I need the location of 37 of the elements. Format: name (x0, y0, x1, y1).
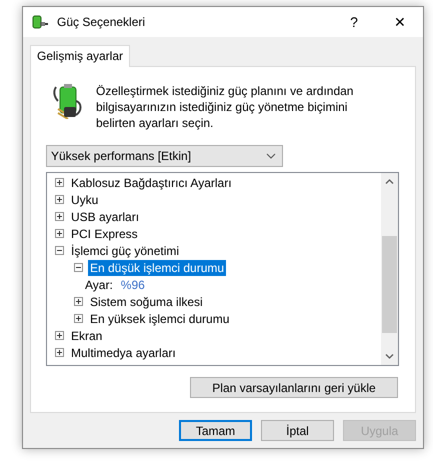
chevron-down-icon (266, 153, 276, 159)
help-button[interactable]: ? (331, 7, 377, 37)
battery-plug-icon (31, 14, 49, 30)
setting-label: Ayar: (85, 278, 113, 292)
tree-item[interactable]: Kablosuz Bağdaştırıcı Ayarları (69, 174, 234, 190)
tree-item[interactable]: Ekran (69, 328, 104, 344)
expand-icon[interactable] (55, 331, 64, 340)
expand-icon[interactable] (74, 297, 83, 306)
restore-defaults-button[interactable]: Plan varsayılanlarını geri yükle (190, 377, 398, 398)
tree-item[interactable]: Multimedya ayarları (69, 344, 178, 360)
scrollbar[interactable] (381, 173, 398, 365)
plan-dropdown[interactable]: Yüksek performans [Etkin] (46, 145, 283, 167)
tree-item[interactable]: En yüksek işlemci durumu (88, 310, 232, 326)
tab[interactable]: Gelişmiş ayarlar (30, 45, 130, 67)
expand-icon[interactable] (55, 178, 64, 187)
chevron-down-icon[interactable] (385, 354, 394, 359)
tree-item[interactable]: Sistem soğuma ilkesi (88, 294, 205, 310)
expand-icon[interactable] (55, 195, 64, 204)
chevron-up-icon[interactable] (385, 179, 394, 184)
description-text: Özelleştirmek istediğiniz güç planını ve ardından bilgisayarınızın istediğiniz güç yönetme biçimini belirten ayarları seçin. (96, 83, 354, 131)
dialog-button[interactable]: İptal (261, 420, 334, 441)
battery-plug-icon (52, 83, 84, 119)
close-button[interactable]: ✕ (377, 7, 423, 37)
tree-item[interactable]: PCI Express (69, 226, 140, 242)
expand-icon[interactable] (55, 212, 64, 221)
expand-icon[interactable] (55, 348, 64, 357)
window-title: Güç Seçenekleri (57, 15, 146, 29)
tree-item[interactable]: İşlemci güç yönetimi (69, 242, 182, 258)
dialog-button[interactable]: Tamam (179, 420, 252, 441)
setting-value[interactable]: %96 (120, 278, 145, 292)
expand-icon[interactable] (55, 229, 64, 238)
tree-item[interactable]: USB ayarları (69, 208, 142, 224)
tree-item[interactable]: En düşük işlemci durumu (88, 260, 226, 276)
collapse-icon[interactable] (74, 263, 83, 272)
tree-item[interactable]: Uyku (69, 192, 100, 208)
collapse-icon[interactable] (55, 246, 64, 255)
expand-icon[interactable] (74, 314, 83, 323)
